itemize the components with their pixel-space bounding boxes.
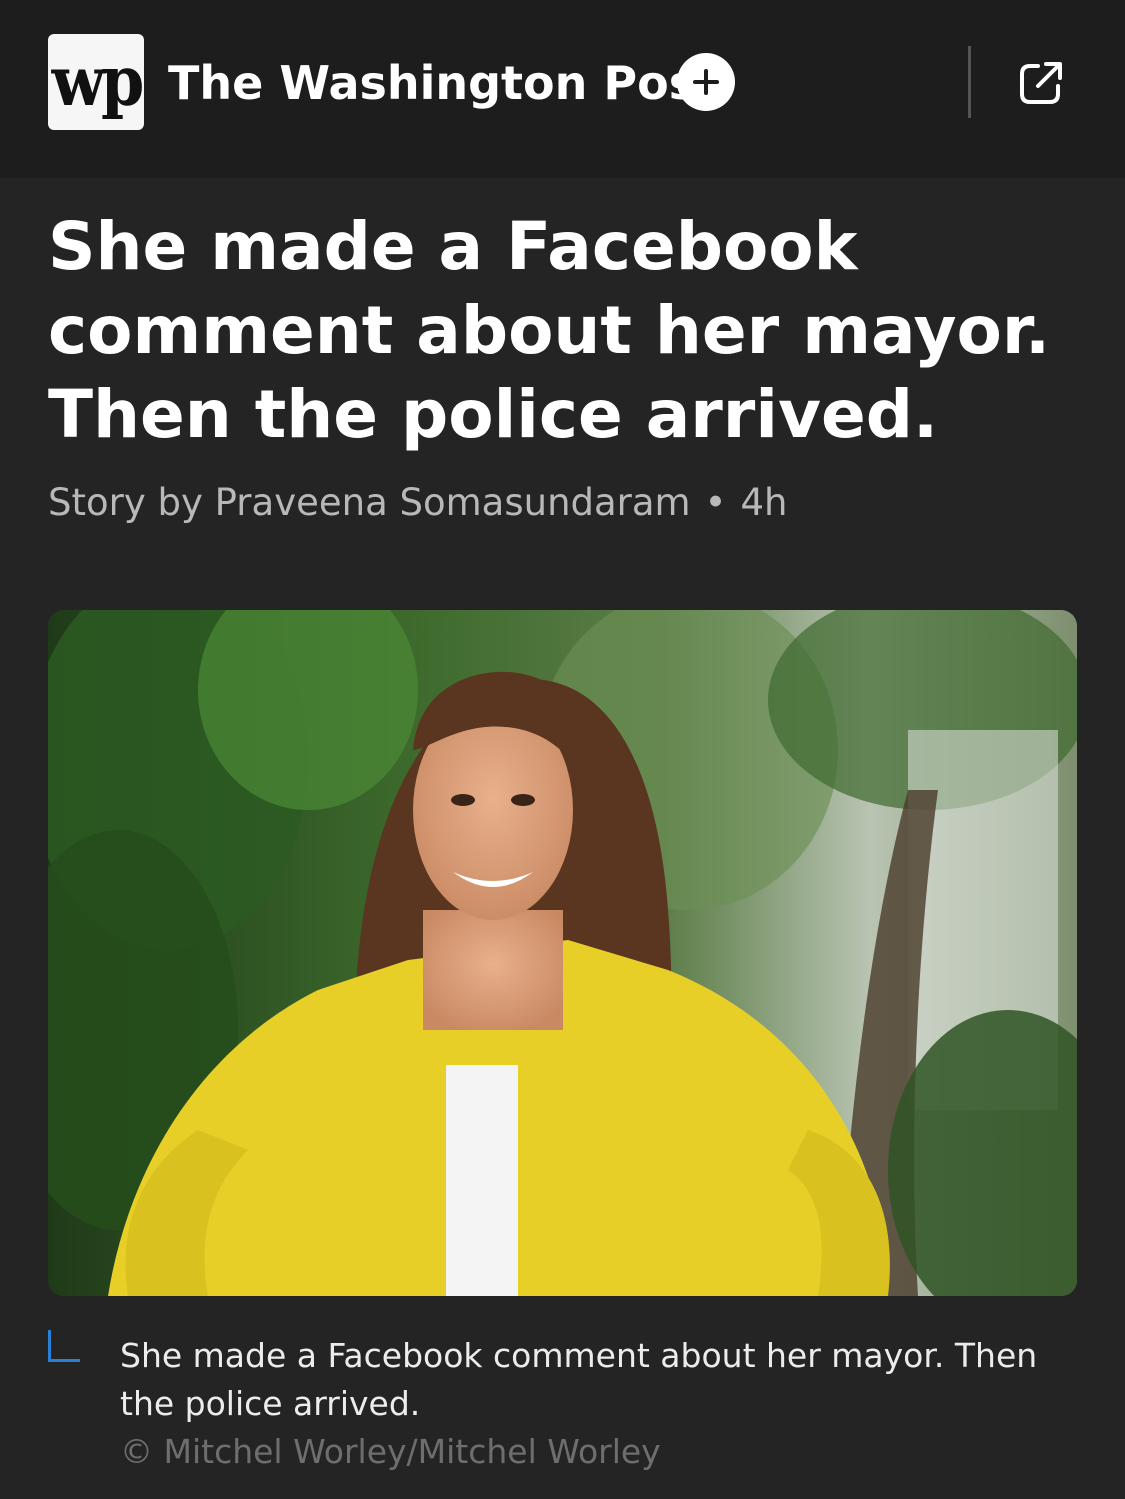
publisher-name[interactable]: The Washington Post: [168, 52, 718, 114]
app-header: wp The Washington Post: [0, 0, 1125, 178]
external-link-icon: [1020, 62, 1062, 104]
publisher-logo[interactable]: wp: [48, 34, 144, 130]
photo-illustration: [48, 610, 1077, 1296]
article-headline: She made a Facebook comment about her ma…: [48, 208, 1051, 453]
byline-separator: •: [704, 481, 727, 524]
follow-button[interactable]: [677, 53, 735, 111]
byline-author[interactable]: Story by Praveena Somasundaram: [48, 481, 691, 524]
article-photo[interactable]: [48, 610, 1077, 1296]
photo-credit: © Mitchel Worley/Mitchel Worley: [120, 1432, 661, 1471]
open-in-browser-button[interactable]: [1016, 58, 1066, 108]
header-divider: [968, 46, 971, 118]
photo-caption: She made a Facebook comment about her ma…: [120, 1336, 1038, 1423]
logo-text: wp: [51, 41, 144, 122]
article-byline: Story by Praveena Somasundaram • 4h: [48, 478, 787, 528]
caption-marker-icon: [48, 1330, 80, 1362]
plus-icon: [693, 69, 719, 95]
byline-time: 4h: [740, 481, 788, 524]
